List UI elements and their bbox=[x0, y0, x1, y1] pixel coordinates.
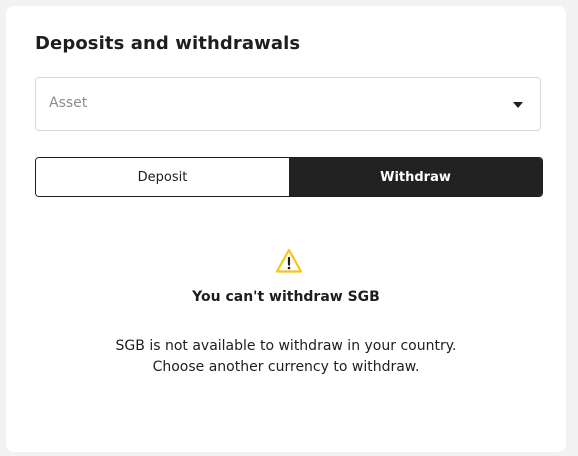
notice-body: SGB is not available to withdraw in your… bbox=[6, 336, 566, 378]
caret-down-icon bbox=[513, 102, 523, 108]
card-title: Deposits and withdrawals bbox=[35, 33, 301, 54]
warning-icon bbox=[275, 248, 303, 273]
asset-select[interactable]: Asset bbox=[35, 77, 541, 131]
notice-line-1: SGB is not available to withdraw in your… bbox=[115, 338, 457, 354]
notice-line-2: Choose another currency to withdraw. bbox=[152, 359, 420, 375]
deposits-withdrawals-card: Deposits and withdrawals Asset Deposit W… bbox=[6, 6, 566, 452]
deposit-withdraw-toggle: Deposit Withdraw bbox=[35, 157, 543, 197]
deposit-tab[interactable]: Deposit bbox=[36, 158, 289, 196]
asset-select-placeholder: Asset bbox=[49, 95, 88, 111]
notice-title: You can't withdraw SGB bbox=[192, 289, 380, 305]
withdraw-tab[interactable]: Withdraw bbox=[289, 158, 542, 196]
